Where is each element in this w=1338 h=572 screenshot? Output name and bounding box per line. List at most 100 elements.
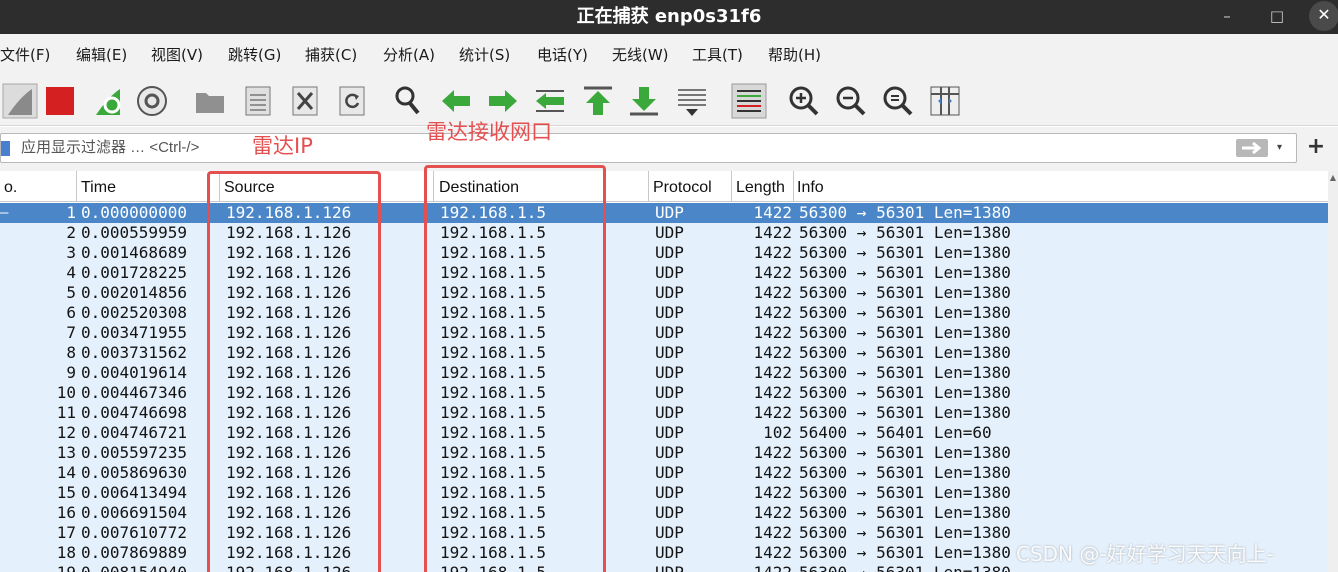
cell-no: 13 <box>56 443 76 462</box>
column-header-protocol[interactable]: Protocol <box>649 171 712 202</box>
cell-length: 1422 <box>753 343 792 362</box>
cell-protocol: UDP <box>655 383 684 402</box>
table-row[interactable]: 12 0.004746721 192.168.1.126 192.168.1.5 UDP… <box>0 423 1338 443</box>
filter-history-dropdown[interactable]: ▾ <box>1277 134 1282 162</box>
table-row[interactable]: 11 0.004746698 192.168.1.126 192.168.1.5 UDP… <box>0 403 1338 423</box>
menu-tools[interactable]: 工具(T) <box>692 34 743 76</box>
cell-no: 1 <box>66 203 76 222</box>
cell-length: 1422 <box>753 483 792 502</box>
cell-info: 56300 → 56301 Len=1380 <box>799 363 1011 382</box>
cell-time: 0.008154940 <box>81 563 187 572</box>
zoom-in-icon[interactable] <box>786 83 822 119</box>
zoom-out-icon[interactable] <box>833 83 869 119</box>
table-row[interactable]: 7 0.003471955 192.168.1.126 192.168.1.5 UDP 1… <box>0 323 1338 343</box>
filter-placeholder: 应用显示过滤器 … <Ctrl-/> <box>21 139 200 156</box>
cell-protocol: UDP <box>655 403 684 422</box>
close-button[interactable]: ✕ <box>1309 1 1338 31</box>
table-row[interactable]: 2 0.000559959 192.168.1.126 192.168.1.5 UDP 1… <box>0 223 1338 243</box>
menu-telephony[interactable]: 电话(Y) <box>537 34 588 76</box>
close-file-icon[interactable] <box>287 83 323 119</box>
cell-time: 0.001728225 <box>81 263 187 282</box>
cell-no: 6 <box>66 303 76 322</box>
add-filter-button[interactable]: + <box>1306 133 1326 161</box>
column-header-info[interactable]: Info <box>793 171 824 202</box>
menu-file[interactable]: 文件(F) <box>0 34 50 76</box>
table-row[interactable]: 8 0.003731562 192.168.1.126 192.168.1.5 UDP 1… <box>0 343 1338 363</box>
table-row[interactable]: 13 0.005597235 192.168.1.126 192.168.1.5 UDP… <box>0 443 1338 463</box>
cell-info: 56300 → 56301 Len=1380 <box>799 463 1011 482</box>
cell-length: 1422 <box>753 543 792 562</box>
cell-length: 1422 <box>753 443 792 462</box>
cell-protocol: UDP <box>655 483 684 502</box>
capture-options-icon[interactable] <box>134 83 170 119</box>
table-row[interactable]: 16 0.006691504 192.168.1.126 192.168.1.5 UDP… <box>0 503 1338 523</box>
destination-highlight-box <box>424 165 606 572</box>
menu-analyze[interactable]: 分析(A) <box>383 34 435 76</box>
cell-time: 0.004019614 <box>81 363 187 382</box>
table-row[interactable]: 5 0.002014856 192.168.1.126 192.168.1.5 UDP 1… <box>0 283 1338 303</box>
table-row[interactable]: 6 0.002520308 192.168.1.126 192.168.1.5 UDP 1… <box>0 303 1338 323</box>
table-row[interactable]: –1 0.000000000 192.168.1.126 192.168.1.5 UDP… <box>0 203 1338 223</box>
stop-capture-icon[interactable] <box>42 83 78 119</box>
go-last-packet-icon[interactable] <box>626 83 662 119</box>
table-row[interactable]: 15 0.006413494 192.168.1.126 192.168.1.5 UDP… <box>0 483 1338 503</box>
cell-length: 102 <box>763 423 792 442</box>
cell-no: 19 <box>0 563 76 572</box>
maximize-button[interactable]: □ <box>1262 2 1292 30</box>
go-to-packet-icon[interactable] <box>532 83 568 119</box>
cell-no: 8 <box>66 343 76 362</box>
resize-columns-icon[interactable] <box>927 83 963 119</box>
cell-no: 3 <box>66 243 76 262</box>
go-first-packet-icon[interactable] <box>580 83 616 119</box>
cell-length: 1422 <box>753 503 792 522</box>
cell-length: 1422 <box>753 323 792 342</box>
cell-protocol: UDP <box>655 503 684 522</box>
cell-time: 0.007869889 <box>81 543 187 562</box>
cell-time: 0.002520308 <box>81 303 187 322</box>
cell-no: 10 <box>56 383 76 402</box>
cell-protocol: UDP <box>655 203 684 222</box>
display-filter-input[interactable]: 应用显示过滤器 … <Ctrl-/> ▾ <box>0 133 1297 163</box>
table-row[interactable]: 14 0.005869630 192.168.1.126 192.168.1.5 UDP… <box>0 463 1338 483</box>
cell-protocol: UDP <box>655 263 684 282</box>
column-header-no[interactable]: o. <box>0 171 17 202</box>
open-file-icon[interactable] <box>192 83 228 119</box>
find-packet-icon[interactable] <box>390 83 426 119</box>
menu-statistics[interactable]: 统计(S) <box>459 34 510 76</box>
cell-no: 17 <box>56 523 76 542</box>
cell-protocol: UDP <box>655 343 684 362</box>
auto-scroll-icon[interactable] <box>674 83 710 119</box>
cell-protocol: UDP <box>655 543 684 562</box>
column-header-length[interactable]: Length <box>732 171 785 202</box>
table-row[interactable]: 4 0.001728225 192.168.1.126 192.168.1.5 UDP 1… <box>0 263 1338 283</box>
bookmark-icon[interactable] <box>1 141 10 156</box>
reload-file-icon[interactable] <box>334 83 370 119</box>
menu-go[interactable]: 跳转(G) <box>228 34 281 76</box>
packet-list-scrollbar[interactable]: ▲ <box>1328 171 1338 572</box>
cell-protocol: UDP <box>655 363 684 382</box>
cell-no: 18 <box>56 543 76 562</box>
save-file-icon[interactable] <box>240 83 276 119</box>
minimize-button[interactable]: – <box>1212 2 1242 30</box>
cell-time: 0.001468689 <box>81 243 187 262</box>
watermark: CSDN @-好好学习天天向上- <box>1016 542 1274 566</box>
shark-fin-start-icon[interactable] <box>2 83 38 119</box>
menu-help[interactable]: 帮助(H) <box>768 34 821 76</box>
go-back-icon[interactable] <box>438 83 474 119</box>
scroll-up-icon[interactable]: ▲ <box>1328 171 1338 185</box>
menu-edit[interactable]: 编辑(E) <box>76 34 127 76</box>
colorize-icon[interactable] <box>731 83 767 119</box>
apply-filter-button[interactable] <box>1236 139 1268 157</box>
normal-size-icon[interactable] <box>880 83 916 119</box>
table-row[interactable]: 9 0.004019614 192.168.1.126 192.168.1.5 UDP 1… <box>0 363 1338 383</box>
cell-info: 56300 → 56301 Len=1380 <box>799 283 1011 302</box>
restart-capture-icon[interactable] <box>90 83 126 119</box>
column-header-time[interactable]: Time <box>77 171 116 202</box>
go-forward-icon[interactable] <box>485 83 521 119</box>
table-row[interactable]: 10 0.004467346 192.168.1.126 192.168.1.5 UDP… <box>0 383 1338 403</box>
menu-capture[interactable]: 捕获(C) <box>305 34 357 76</box>
menu-view[interactable]: 视图(V) <box>151 34 203 76</box>
cell-time: 0.000559959 <box>81 223 187 242</box>
table-row[interactable]: 3 0.001468689 192.168.1.126 192.168.1.5 UDP 1… <box>0 243 1338 263</box>
menu-wireless[interactable]: 无线(W) <box>612 34 669 76</box>
